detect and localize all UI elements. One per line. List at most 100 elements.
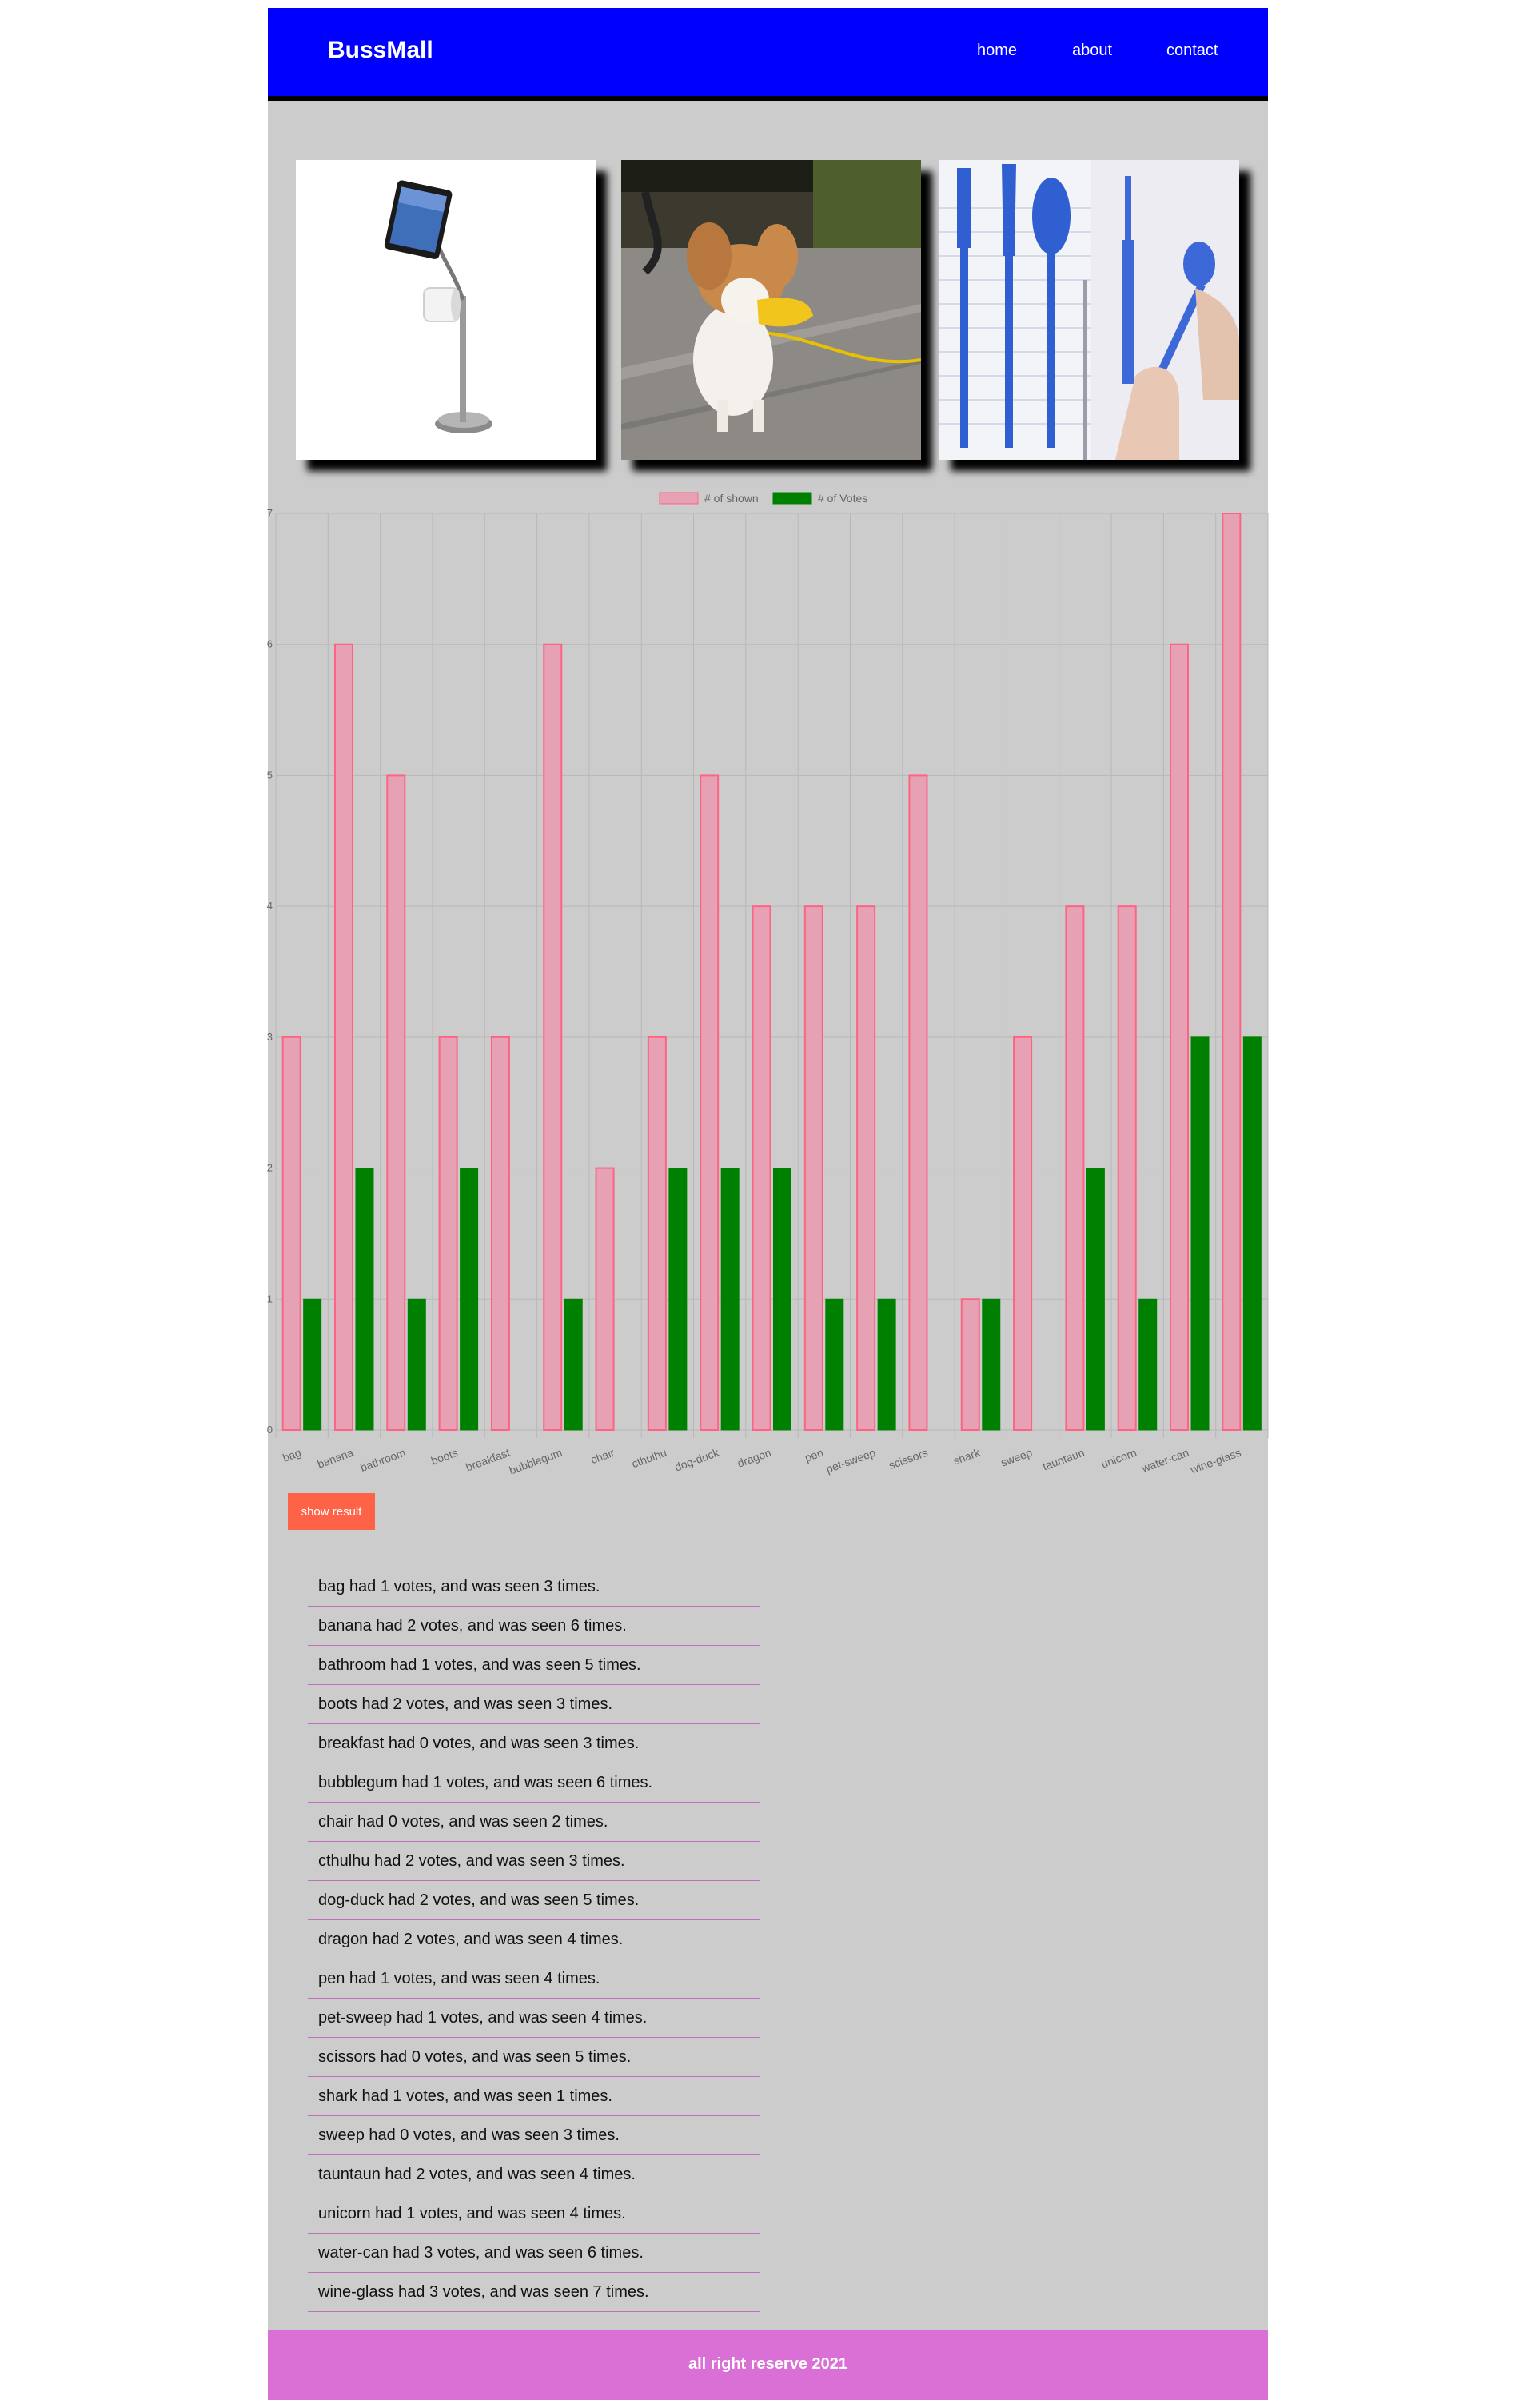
result-item: bathroom had 1 votes, and was seen 5 tim… bbox=[308, 1646, 760, 1685]
bar-shown-dragon[interactable] bbox=[752, 905, 771, 1431]
result-item: scissors had 0 votes, and was seen 5 tim… bbox=[308, 2038, 760, 2077]
bar-votes-shark[interactable] bbox=[982, 1298, 1001, 1431]
x-tick-label: bubblegum bbox=[508, 1446, 564, 1477]
bar-shown-water-can[interactable] bbox=[1170, 643, 1190, 1431]
nav-about-link[interactable]: about bbox=[1072, 42, 1112, 60]
y-tick-label: 2 bbox=[267, 1162, 273, 1174]
result-item: boots had 2 votes, and was seen 3 times. bbox=[308, 1685, 760, 1724]
legend-label[interactable]: # of Votes bbox=[818, 492, 867, 505]
result-item: bag had 1 votes, and was seen 3 times. bbox=[308, 1567, 760, 1607]
bar-votes-pen[interactable] bbox=[825, 1298, 844, 1431]
nav-contact-link[interactable]: contact bbox=[1166, 42, 1218, 60]
result-item: shark had 1 votes, and was seen 1 times. bbox=[308, 2077, 760, 2116]
bar-votes-tauntaun[interactable] bbox=[1086, 1168, 1105, 1431]
bar-votes-bag[interactable] bbox=[303, 1298, 322, 1431]
legend-swatch[interactable] bbox=[659, 492, 699, 505]
bar-votes-dog-duck[interactable] bbox=[720, 1168, 740, 1431]
result-item: wine-glass had 3 votes, and was seen 7 t… bbox=[308, 2273, 760, 2312]
product-image-dog-duck[interactable] bbox=[621, 160, 921, 460]
utensil-pen-image bbox=[939, 160, 1239, 460]
bar-shown-wine-glass[interactable] bbox=[1222, 513, 1242, 1431]
site-header: BussMall home about contact bbox=[268, 8, 1268, 101]
page-container: BussMall home about contact 0 1 2 3 4 5 … bbox=[267, 8, 1269, 2400]
bar-shown-tauntaun[interactable] bbox=[1065, 905, 1085, 1431]
bar-shown-shark[interactable] bbox=[960, 1298, 980, 1432]
product-image-bathroom[interactable] bbox=[296, 160, 596, 460]
y-tick-label: 3 bbox=[267, 1031, 273, 1043]
bar-shown-breakfast[interactable] bbox=[490, 1036, 510, 1431]
chart-legend[interactable]: # of shown # of Votes bbox=[659, 492, 867, 505]
x-tick-label: banana bbox=[316, 1446, 356, 1471]
bar-shown-cthulhu[interactable] bbox=[647, 1036, 667, 1431]
result-item: dragon had 2 votes, and was seen 4 times… bbox=[308, 1920, 760, 1959]
tablet-toilet-paper-stand-image bbox=[296, 160, 596, 460]
site-footer: all right reserve 2021 bbox=[268, 2330, 1268, 2400]
bar-shown-pet-sweep[interactable] bbox=[856, 905, 876, 1431]
x-tick-label: boots bbox=[429, 1446, 460, 1468]
y-tick-label: 1 bbox=[267, 1292, 273, 1304]
bar-shown-sweep[interactable] bbox=[1013, 1036, 1033, 1431]
y-tick-label: 7 bbox=[267, 507, 273, 519]
bar-shown-dog-duck[interactable] bbox=[700, 774, 720, 1431]
bar-votes-cthulhu[interactable] bbox=[668, 1168, 688, 1431]
x-tick-label: shark bbox=[951, 1445, 983, 1467]
x-tick-label: sweep bbox=[999, 1446, 1035, 1469]
x-tick-label: chair bbox=[589, 1446, 616, 1467]
bar-votes-dragon[interactable] bbox=[773, 1168, 791, 1431]
bar-shown-bag[interactable] bbox=[281, 1036, 301, 1431]
footer-text: all right reserve 2021 bbox=[688, 2355, 847, 2373]
result-item: cthulhu had 2 votes, and was seen 3 time… bbox=[308, 1842, 760, 1881]
result-item: tauntaun had 2 votes, and was seen 4 tim… bbox=[308, 2155, 760, 2194]
x-tick-label: bag bbox=[281, 1446, 302, 1464]
bar-votes-banana[interactable] bbox=[355, 1168, 374, 1431]
x-tick-label: tauntaun bbox=[1041, 1446, 1086, 1473]
votes-chart: 0 1 2 3 4 5 6 7 bag banana bathroom boots breakfastb… bbox=[267, 492, 1269, 1477]
y-tick-label: 4 bbox=[267, 900, 273, 912]
x-tick-label: breakfast bbox=[464, 1446, 512, 1474]
bar-shown-chair[interactable] bbox=[595, 1167, 615, 1431]
bar-votes-water-can[interactable] bbox=[1190, 1036, 1210, 1431]
bar-votes-pet-sweep[interactable] bbox=[877, 1298, 896, 1431]
bar-shown-bubblegum[interactable] bbox=[543, 643, 563, 1431]
y-tick-label: 0 bbox=[267, 1424, 273, 1436]
bar-votes-unicorn[interactable] bbox=[1138, 1298, 1158, 1431]
x-tick-label: cthulhu bbox=[630, 1446, 668, 1470]
x-tick-label: pen bbox=[803, 1446, 824, 1464]
x-tick-label: dragon bbox=[736, 1446, 772, 1470]
x-tick-label: bathroom bbox=[358, 1446, 407, 1474]
x-tick-label: water-can bbox=[1139, 1446, 1190, 1475]
result-item: bubblegum had 1 votes, and was seen 6 ti… bbox=[308, 1763, 760, 1803]
y-tick-label: 5 bbox=[267, 769, 273, 781]
nav-home-link[interactable]: home bbox=[977, 42, 1017, 60]
result-item: sweep had 0 votes, and was seen 3 times. bbox=[308, 2116, 760, 2155]
bar-votes-boots[interactable] bbox=[460, 1168, 479, 1431]
bar-votes-bathroom[interactable] bbox=[407, 1298, 426, 1431]
product-image-pen[interactable] bbox=[939, 160, 1239, 460]
bar-shown-boots[interactable] bbox=[438, 1036, 458, 1431]
x-tick-label: wine-glass bbox=[1188, 1446, 1243, 1476]
x-tick-label: pet-sweep bbox=[824, 1446, 877, 1476]
show-result-button[interactable]: show result bbox=[288, 1493, 375, 1530]
result-item: pen had 1 votes, and was seen 4 times. bbox=[308, 1959, 760, 1999]
result-item: breakfast had 0 votes, and was seen 3 ti… bbox=[308, 1724, 760, 1763]
result-item: chair had 0 votes, and was seen 2 times. bbox=[308, 1803, 760, 1842]
bar-shown-scissors[interactable] bbox=[908, 774, 928, 1431]
result-item: banana had 2 votes, and was seen 6 times… bbox=[308, 1607, 760, 1646]
bar-votes-bubblegum[interactable] bbox=[564, 1298, 583, 1431]
result-item: water-can had 3 votes, and was seen 6 ti… bbox=[308, 2234, 760, 2273]
bar-shown-pen[interactable] bbox=[803, 905, 823, 1431]
bar-votes-wine-glass[interactable] bbox=[1242, 1036, 1262, 1431]
result-item: dog-duck had 2 votes, and was seen 5 tim… bbox=[308, 1881, 760, 1920]
x-tick-label: dog-duck bbox=[673, 1445, 722, 1473]
bar-shown-banana[interactable] bbox=[333, 643, 353, 1431]
x-tick-label: scissors bbox=[887, 1446, 929, 1472]
legend-swatch[interactable] bbox=[772, 492, 812, 505]
bar-shown-bathroom[interactable] bbox=[386, 774, 406, 1431]
result-item: pet-sweep had 1 votes, and was seen 4 ti… bbox=[308, 1999, 760, 2038]
site-logo[interactable]: BussMall bbox=[328, 37, 433, 64]
x-tick-label: unicorn bbox=[1099, 1446, 1138, 1471]
bar-shown-unicorn[interactable] bbox=[1117, 905, 1137, 1431]
results-list: bag had 1 votes, and was seen 3 times. ba… bbox=[308, 1567, 760, 2312]
y-tick-label: 6 bbox=[267, 638, 273, 650]
legend-label[interactable]: # of shown bbox=[704, 492, 759, 505]
